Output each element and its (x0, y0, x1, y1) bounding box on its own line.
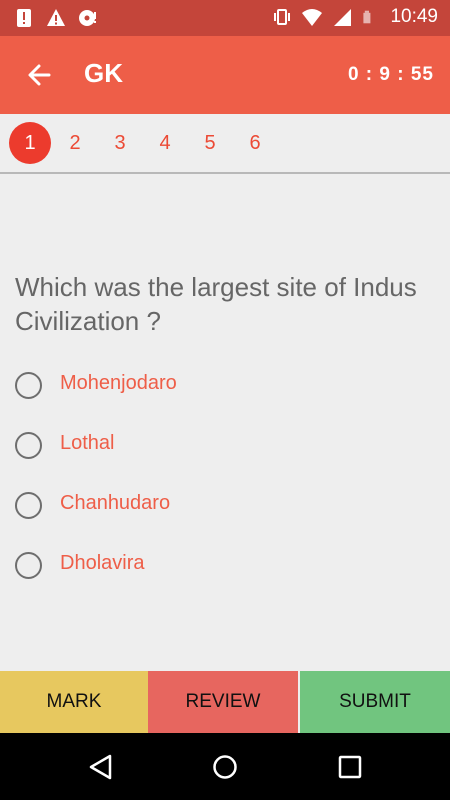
radio-button[interactable] (15, 372, 42, 399)
disc-alert-icon (79, 10, 96, 26)
vibrate-icon (274, 9, 291, 25)
radio-button[interactable] (15, 492, 42, 519)
radio-button[interactable] (15, 552, 42, 579)
nav-recents-icon[interactable] (335, 752, 365, 782)
system-nav-bar (0, 733, 450, 800)
sim-alert-icon (17, 9, 31, 27)
notification-icons (14, 8, 98, 28)
status-bar: 10:49 (0, 0, 450, 36)
option-label: Dholavira (60, 552, 145, 574)
option-label: Chanhudaro (60, 492, 171, 514)
option-1[interactable]: Mohenjodaro (15, 364, 435, 408)
nav-home-icon[interactable] (210, 752, 240, 782)
question-tab-5[interactable]: 5 (189, 122, 231, 164)
option-2[interactable]: Lothal (15, 424, 435, 468)
nav-back-icon[interactable] (86, 752, 116, 782)
option-3[interactable]: Chanhudaro (15, 484, 435, 528)
action-bar: MARK REVIEW SUBMIT (0, 671, 450, 733)
app-bar: GK 0 : 9 : 55 (0, 36, 450, 114)
radio-button[interactable] (15, 432, 42, 459)
question-tab-1[interactable]: 1 (9, 122, 51, 164)
question-tabs: 1 2 3 4 5 6 (0, 114, 450, 174)
signal-icon (334, 9, 352, 26)
question-tab-3[interactable]: 3 (99, 122, 141, 164)
review-button[interactable]: REVIEW (148, 671, 298, 733)
countdown-timer: 0 : 9 : 55 (347, 64, 434, 85)
system-icons: 10:49 (272, 6, 438, 28)
back-arrow-icon[interactable] (22, 58, 56, 92)
warning-icon (47, 9, 65, 26)
question-tab-2[interactable]: 2 (54, 122, 96, 164)
submit-button[interactable]: SUBMIT (300, 671, 450, 733)
wifi-icon (302, 9, 323, 26)
option-label: Lothal (60, 432, 115, 454)
mark-button[interactable]: MARK (0, 671, 148, 733)
battery-icon (363, 10, 371, 24)
question-tab-4[interactable]: 4 (144, 122, 186, 164)
question-tab-6[interactable]: 6 (234, 122, 276, 164)
option-label: Mohenjodaro (60, 372, 177, 394)
clock: 10:49 (390, 6, 438, 27)
option-4[interactable]: Dholavira (15, 544, 435, 588)
page-title: GK (84, 58, 123, 88)
question-text: Which was the largest site of Indus Civi… (15, 272, 417, 336)
